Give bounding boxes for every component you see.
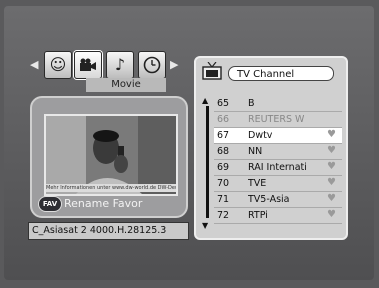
favorite-heart-icon: ♥ [327, 129, 336, 140]
channel-number: 68 [217, 146, 230, 157]
channel-row[interactable]: 67 Dwtv ♥ [214, 128, 342, 144]
fav-action-label: Rename Favor [64, 197, 143, 210]
camera-icon[interactable] [74, 51, 102, 79]
right-arrow-icon[interactable]: ▶ [170, 58, 178, 71]
channel-name: TVE [248, 178, 267, 189]
left-arrow-icon[interactable]: ◀ [30, 58, 38, 71]
favorite-heart-icon: ♥ [327, 161, 336, 172]
channel-number: 66 [217, 114, 230, 125]
channel-name: Dwtv [248, 130, 273, 141]
channel-name: REUTERS W [248, 114, 305, 125]
scroll-track[interactable] [206, 106, 209, 218]
scrollbar[interactable]: ▲ ▼ [202, 96, 212, 230]
channel-number: 72 [217, 210, 230, 221]
list-title: TV Channel [228, 66, 334, 81]
channel-row[interactable]: 69 RAI Internati ♥ [214, 160, 342, 176]
category-label: Movie [86, 78, 166, 92]
channel-name: RTPi [248, 210, 268, 221]
transponder-info: C_Asiasat 2 4000.H.28125.3 [28, 222, 189, 240]
favorite-heart-icon: ♥ [327, 145, 336, 156]
channel-row[interactable]: 65 B [214, 96, 342, 112]
channel-row[interactable]: 68 NN ♥ [214, 144, 342, 160]
channel-number: 67 [217, 130, 230, 141]
favorite-heart-icon: ♥ [327, 177, 336, 188]
channel-name: NN [248, 146, 263, 157]
people-icon[interactable]: ☺ [44, 51, 72, 79]
video-preview: Mehr Informationen unter www.dw-world.de… [44, 114, 178, 196]
channel-number: 71 [217, 194, 230, 205]
channel-list-panel: TV Channel ▲ ▼ 65 B 66 REUTERS W 67 Dwtv ♥ 68 NN… [194, 56, 348, 240]
channel-rows: 65 B 66 REUTERS W 67 Dwtv ♥ 68 NN ♥ 69 RAI Internat… [214, 96, 342, 224]
scroll-up-icon[interactable]: ▲ [202, 96, 208, 105]
channel-row[interactable]: 66 REUTERS W [214, 112, 342, 128]
channel-number: 69 [217, 162, 230, 173]
fav-button[interactable]: FAV [38, 196, 62, 212]
music-icon[interactable]: ♪ [106, 51, 134, 79]
channel-row[interactable]: 72 RTPi ♥ [214, 208, 342, 224]
channel-name: TV5-Asia [248, 194, 290, 205]
channel-number: 65 [217, 98, 230, 109]
preview-panel: Mehr Informationen unter www.dw-world.de… [30, 96, 188, 218]
favorite-heart-icon: ♥ [327, 209, 336, 220]
tv-icon [202, 62, 222, 80]
channel-name: RAI Internati [248, 162, 307, 173]
clock-icon[interactable] [138, 51, 166, 79]
scroll-down-icon[interactable]: ▼ [202, 221, 208, 230]
channel-row[interactable]: 70 TVE ♥ [214, 176, 342, 192]
video-ticker: Mehr Informationen unter www.dw-world.de… [46, 184, 176, 192]
channel-number: 70 [217, 178, 230, 189]
channel-name: B [248, 98, 255, 109]
channel-row[interactable]: 71 TV5-Asia ♥ [214, 192, 342, 208]
favorite-heart-icon: ♥ [327, 193, 336, 204]
